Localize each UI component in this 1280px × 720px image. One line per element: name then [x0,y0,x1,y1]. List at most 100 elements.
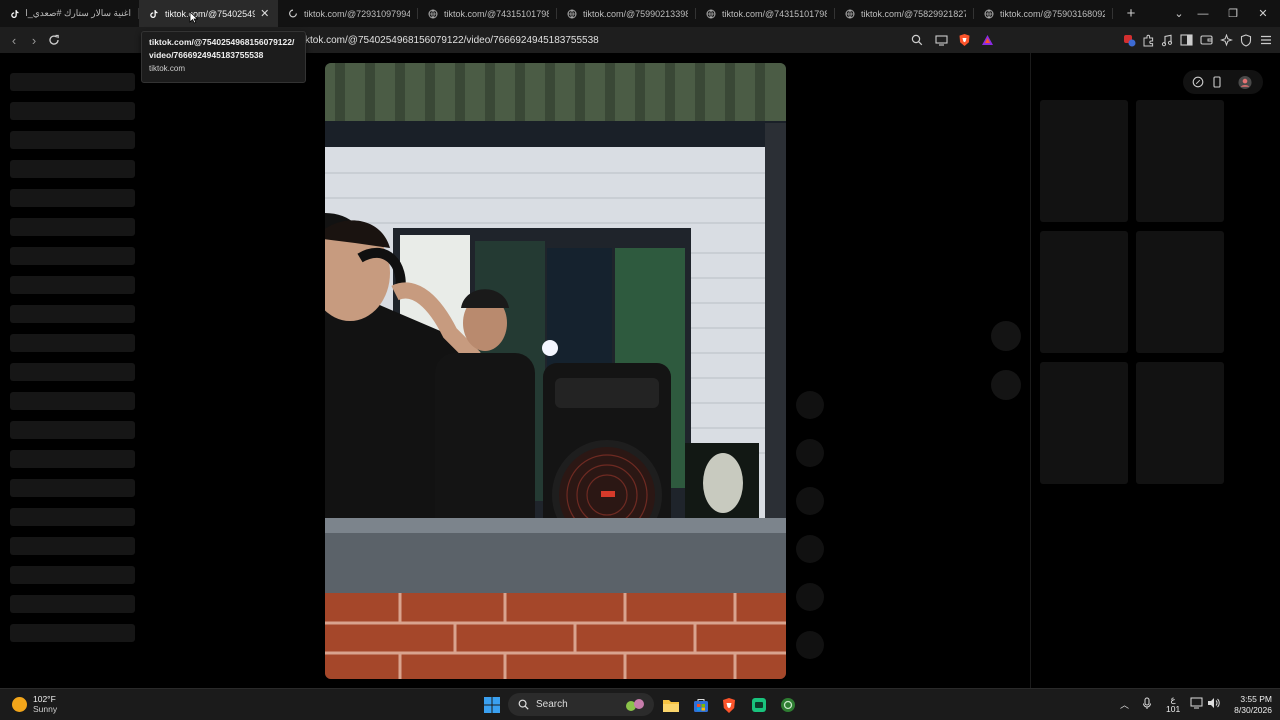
skeleton-nav-item [10,218,135,236]
tab-1-active[interactable]: tiktok.com/@7540254968 ✕ [139,0,278,27]
device-icon[interactable] [1210,75,1224,89]
skeleton-nav-item [10,595,135,613]
chatgpt-icon[interactable] [779,696,797,714]
tiktok-icon [10,9,20,19]
tab-2[interactable]: tiktok.com/@72931097994350 [278,0,418,27]
globe-icon [567,9,577,19]
skeleton-nav-item [10,392,135,410]
app-green-icon[interactable] [750,696,768,714]
tab-label: tiktok.com/@74315101798569 [722,8,827,19]
next-video-button[interactable] [991,370,1021,400]
video-player[interactable] [325,63,786,679]
menu-icon[interactable] [1259,33,1273,47]
globe-icon [428,9,438,19]
weather-widget[interactable]: 102°F Sunny [12,694,57,714]
new-tab-button[interactable]: + [1119,2,1143,26]
tab-label: tiktok.com/@74315101798569 [444,8,549,19]
skeleton-nav-item [10,131,135,149]
skeleton-nav-item [10,566,135,584]
globe-icon [706,9,716,19]
brave-browser-icon[interactable] [720,696,738,714]
tab-0[interactable]: اغنية سالار ستارك #صعدي_الفنا [0,0,139,27]
input-language-code: 101 [1166,704,1181,714]
favorite-button-placeholder[interactable] [796,487,824,515]
thumbnail-placeholder[interactable] [1040,100,1128,222]
display-icon[interactable] [1190,697,1203,711]
thumbnail-placeholder[interactable] [1136,231,1224,353]
brave-rewards-icon[interactable] [980,33,994,47]
file-explorer-icon[interactable] [662,696,680,714]
mouse-cursor-icon [189,11,199,27]
thumbnail-placeholder[interactable] [1040,362,1128,484]
vpn-shield-icon[interactable] [1239,33,1253,47]
skeleton-nav-item [10,363,135,381]
sidebar-icon[interactable] [1179,33,1193,47]
extensions-puzzle-icon[interactable] [1141,33,1155,47]
skeleton-nav-item [10,160,135,178]
system-clock[interactable]: 3:55 PM 8/30/2026 [1222,694,1272,716]
comment-button-placeholder[interactable] [796,439,824,467]
thumbnail-placeholder[interactable] [1040,231,1128,353]
like-button-placeholder[interactable] [796,391,824,419]
music-note-icon[interactable] [1160,33,1174,47]
tab-label: اغنية سالار ستارك #صعدي_الفنا [26,8,131,18]
previous-video-button[interactable] [991,321,1021,351]
cast-icon[interactable] [934,33,948,47]
skeleton-nav-item [10,276,135,294]
tab-5[interactable]: tiktok.com/@74315101798569 [696,0,835,27]
brave-shield-icon[interactable] [957,33,971,47]
sidebar-skeleton [10,73,135,653]
avatar[interactable] [1238,75,1252,89]
video-frame [325,63,786,679]
tab-label: tiktok.com/@75903168092040 [1000,8,1105,19]
extension-badge-icon[interactable] [1122,33,1136,47]
windows-taskbar: 102°F Sunny Search ︿ ع 101 3:55 PM 8/30/… [0,688,1280,720]
search-placeholder: Search [536,699,568,710]
action-button-placeholder[interactable] [796,631,824,659]
skeleton-nav-item [10,479,135,497]
search-highlight-icon [624,697,646,713]
maximize-button[interactable]: ❐ [1218,0,1248,27]
weather-temp: 102°F [33,694,56,704]
reload-icon[interactable] [46,32,62,48]
zoom-icon[interactable] [910,33,924,47]
loading-spinner-icon [288,9,298,19]
show-hidden-icons-chevron[interactable]: ︿ [1120,698,1129,711]
tab-label: tiktok.com/@72931097994350 [304,8,410,19]
tab-7[interactable]: tiktok.com/@75903168092040 [974,0,1113,27]
skeleton-nav-item [10,508,135,526]
globe-icon [845,9,855,19]
tab-3[interactable]: tiktok.com/@74315101798569 [418,0,557,27]
forward-arrow-icon[interactable]: › [26,32,42,48]
action-button-placeholder[interactable] [796,583,824,611]
skeleton-nav-item [10,73,135,91]
tab-hover-tooltip: tiktok.com/@7540254968156079122/video/76… [141,31,306,83]
volume-icon[interactable] [1207,697,1220,711]
wallet-icon[interactable] [1199,33,1213,47]
microphone-icon[interactable] [1142,697,1152,712]
skeleton-nav-item [10,624,135,642]
thumbnail-placeholder[interactable] [1136,100,1224,222]
microsoft-store-icon[interactable] [692,696,710,714]
address-bar[interactable]: tiktok.com/@7540254968156079122/video/76… [300,30,1000,50]
skeleton-nav-item [10,450,135,468]
leo-ai-icon[interactable] [1219,33,1233,47]
skeleton-nav-item [10,189,135,207]
address-text: tiktok.com/@7540254968156079122/video/76… [300,34,599,46]
close-window-button[interactable]: ✕ [1248,0,1278,27]
clock-date: 8/30/2026 [1234,705,1272,715]
skeleton-nav-item [10,421,135,439]
coin-icon[interactable] [1191,75,1205,89]
tab-4[interactable]: tiktok.com/@75990213398350 [557,0,696,27]
taskbar-search[interactable]: Search [508,693,654,716]
tab-6[interactable]: tiktok.com/@75829921827900 [835,0,974,27]
close-tab-icon[interactable]: ✕ [259,8,270,20]
input-language[interactable]: ع 101 [1166,694,1180,714]
tab-label: tiktok.com/@75990213398350 [583,8,688,19]
windows-start-icon[interactable] [483,696,501,714]
minimize-button[interactable]: — [1188,0,1218,27]
share-button-placeholder[interactable] [796,535,824,563]
panel-divider [1030,53,1031,688]
back-arrow-icon[interactable]: ‹ [6,32,22,48]
thumbnail-placeholder[interactable] [1136,362,1224,484]
